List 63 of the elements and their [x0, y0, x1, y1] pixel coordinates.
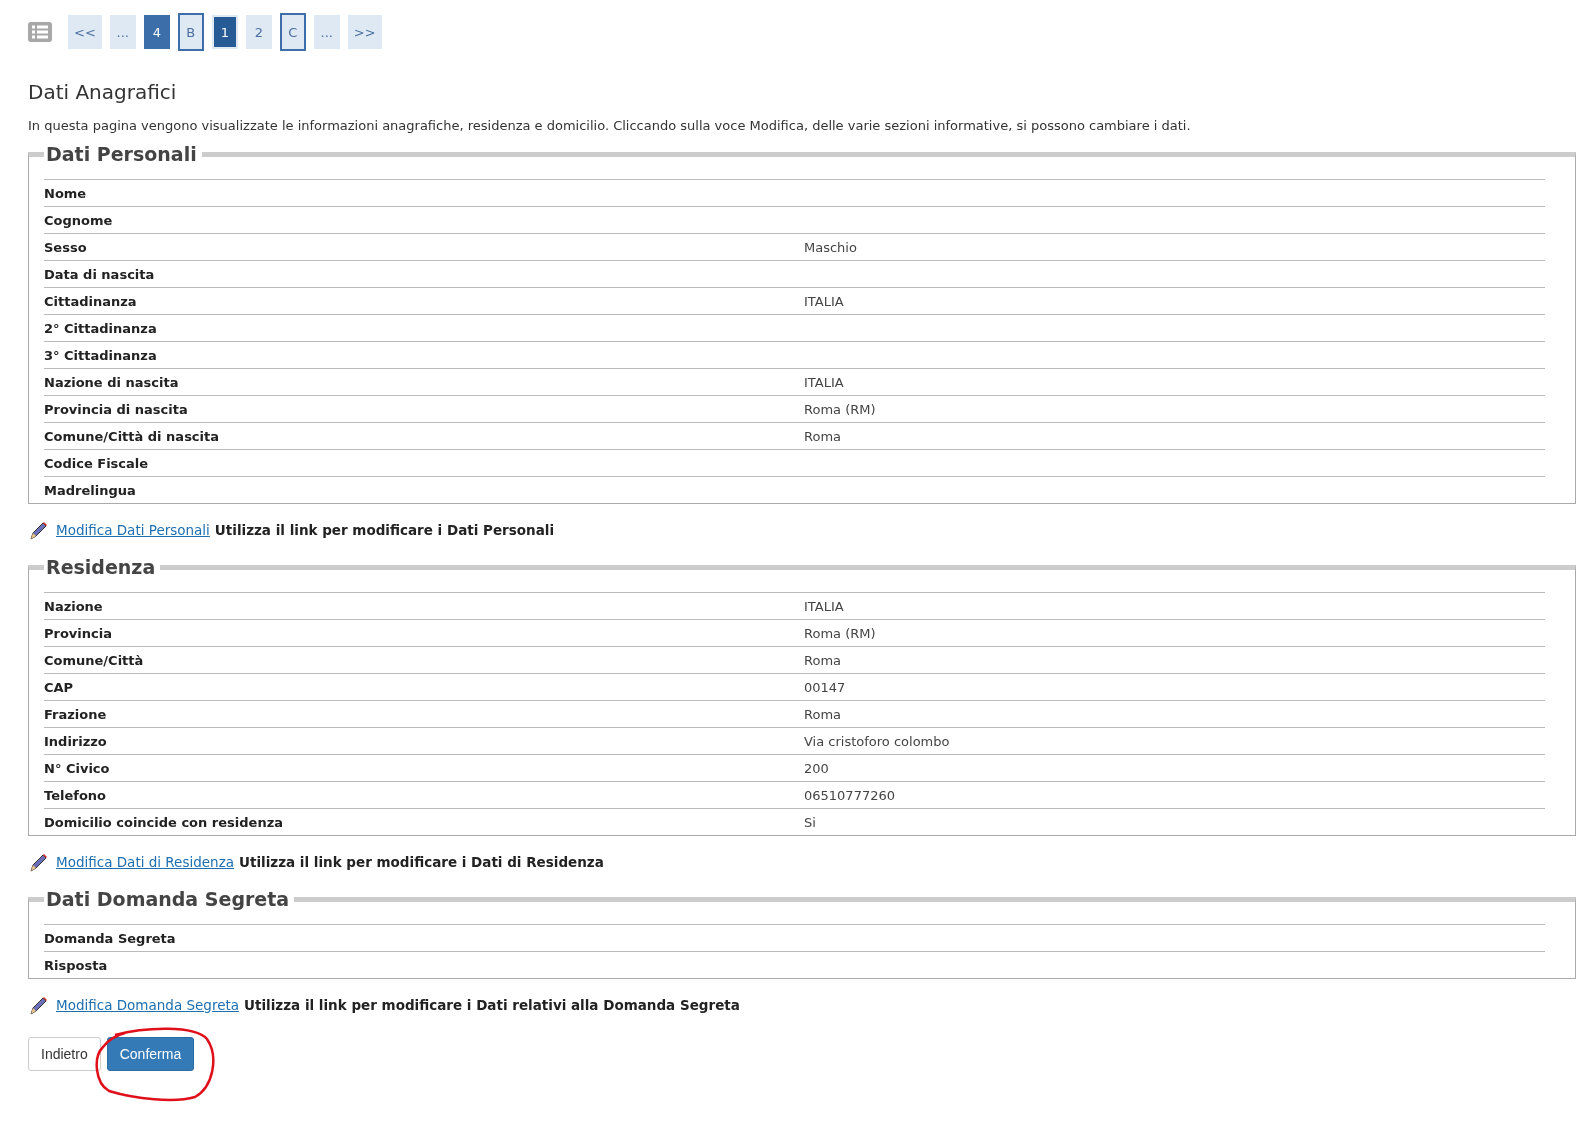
pencil-icon: [28, 852, 48, 872]
field-label: Frazione: [44, 706, 108, 722]
pencil-icon: [28, 995, 48, 1015]
page-button[interactable]: ...: [109, 15, 136, 49]
page-button[interactable]: <<: [68, 15, 102, 49]
field-value: ITALIA: [804, 374, 845, 390]
field-value: ITALIA: [804, 293, 845, 309]
edit-link[interactable]: Modifica Domanda Segreta: [56, 997, 240, 1013]
field-value: ITALIA: [804, 598, 845, 614]
intro-text: In questa pagina vengono visualizzate le informazioni anagrafiche, residenza e domicilio. Cliccando sulla voce Modifica, delle varie sezioni informative, si possono cambiare i dati.: [28, 118, 1192, 133]
field-value: Roma: [804, 706, 843, 722]
field-label: Nome: [44, 185, 88, 201]
field-label: Provincia di nascita: [44, 401, 189, 417]
field-value: Roma: [804, 428, 843, 444]
field-label: Risposta: [44, 957, 109, 973]
edit-link[interactable]: Modifica Dati Personali: [56, 522, 210, 538]
field-value: Roma (RM): [804, 401, 877, 417]
section-title: Dati Domanda Segreta: [45, 888, 291, 910]
field-value: Via cristoforo colombo: [804, 733, 951, 749]
field-label: Sesso: [44, 239, 88, 255]
back-button[interactable]: Indietro: [28, 1037, 101, 1071]
field-label: Codice Fiscale: [44, 455, 150, 471]
page-button[interactable]: 2: [245, 15, 272, 49]
field-label: CAP: [44, 679, 75, 695]
field-label: Indirizzo: [44, 733, 108, 749]
section-title: Residenza: [45, 556, 157, 578]
field-value: Roma (RM): [804, 625, 877, 641]
section-title: Dati Personali: [45, 143, 198, 165]
edit-hint: Utilizza il link per modificare i Dati relativi alla Domanda Segreta: [244, 997, 740, 1013]
pencil-icon: [28, 520, 48, 540]
field-label: Data di nascita: [44, 266, 156, 282]
field-value: Si: [804, 814, 817, 830]
field-label: 3° Cittadinanza: [44, 347, 158, 363]
edit-link[interactable]: Modifica Dati di Residenza: [56, 854, 234, 870]
page-button[interactable]: 1: [211, 15, 238, 49]
field-value: 200: [804, 760, 830, 776]
field-label: Provincia: [44, 625, 113, 641]
field-label: Cittadinanza: [44, 293, 138, 309]
field-label: Madrelingua: [44, 482, 137, 498]
field-label: Telefono: [44, 787, 107, 803]
page-button[interactable]: 4: [143, 15, 170, 49]
field-value: 06510777260: [804, 787, 896, 803]
field-label: Comune/Città di nascita: [44, 428, 221, 444]
page-button[interactable]: ...: [313, 15, 340, 49]
edit-hint: Utilizza il link per modificare i Dati Personali: [214, 522, 555, 538]
list-icon[interactable]: [28, 22, 52, 42]
field-label: Nazione: [44, 598, 104, 614]
field-label: Comune/Città: [44, 652, 145, 668]
field-value: 00147: [804, 679, 847, 695]
field-value: Maschio: [804, 239, 858, 255]
confirm-button[interactable]: Conferma: [106, 1037, 195, 1071]
field-value: Roma: [804, 652, 843, 668]
page-title: Dati Anagrafici: [28, 80, 178, 104]
field-label: 2° Cittadinanza: [44, 320, 158, 336]
page-button[interactable]: B: [177, 13, 204, 51]
field-label: Domanda Segreta: [44, 930, 177, 946]
field-label: N° Civico: [44, 760, 111, 776]
edit-hint: Utilizza il link per modificare i Dati di Residenza: [239, 854, 604, 870]
field-label: Nazione di nascita: [44, 374, 180, 390]
page-button[interactable]: C: [279, 13, 306, 51]
field-label: Cognome: [44, 212, 114, 228]
field-label: Domicilio coincide con residenza: [44, 814, 284, 830]
page-button[interactable]: >>: [347, 15, 382, 49]
